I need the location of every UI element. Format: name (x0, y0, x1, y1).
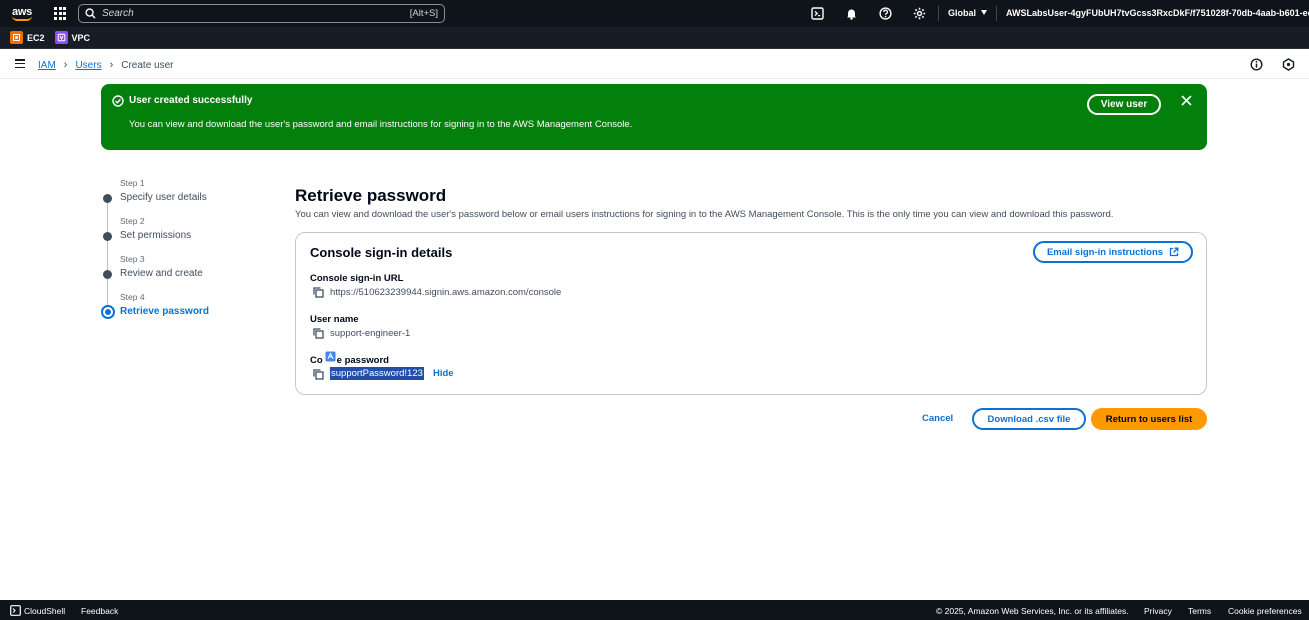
notifications-bell-icon[interactable] (845, 7, 858, 20)
copyright-text: © 2025, Amazon Web Services, Inc. or its… (936, 606, 1129, 616)
hide-password-link[interactable]: Hide (433, 368, 454, 379)
external-link-icon (1169, 247, 1179, 257)
search-icon (85, 8, 96, 19)
favorite-vpc[interactable]: VPC (54, 31, 91, 44)
search-placeholder: Search (102, 8, 134, 19)
return-to-users-list-button[interactable]: Return to users list (1091, 408, 1207, 430)
username-label: User name (310, 314, 359, 325)
favorite-label: VPC (71, 32, 91, 43)
nav-divider (996, 6, 997, 21)
terms-link[interactable]: Terms (1188, 606, 1211, 616)
breadcrumb-users[interactable]: Users (75, 60, 101, 71)
breadcrumb-bar: IAM › Users › Create user (0, 50, 1309, 79)
favorite-label: EC2 (27, 32, 45, 43)
step-connector (107, 279, 108, 308)
username-value: support-engineer-1 (330, 328, 411, 339)
copy-icon[interactable] (313, 369, 324, 380)
current-step-icon (101, 305, 115, 319)
panel-title: Console sign-in details (310, 245, 453, 260)
vpc-icon (54, 31, 68, 44)
cancel-button[interactable]: Cancel (922, 413, 953, 424)
close-icon[interactable] (1181, 95, 1192, 106)
success-check-icon (112, 95, 124, 107)
flash-title: User created successfully (129, 95, 253, 106)
feedback-icon[interactable] (1282, 58, 1295, 71)
nav-divider (938, 6, 939, 21)
cloudshell-label: CloudShell (24, 605, 66, 616)
search-shortcut: [Alt+S] (409, 8, 438, 19)
password-label-part: e password (336, 355, 389, 366)
account-menu[interactable]: AWSLabsUser-4gyFUbUH7tvGcss3RxcDkF/f7510… (1006, 8, 1309, 18)
flash-message: You can view and download the user's pas… (129, 119, 633, 130)
email-signin-instructions-button[interactable]: Email sign-in instructions (1033, 241, 1193, 263)
step-label: Set permissions (120, 230, 192, 241)
feedback-link[interactable]: Feedback (81, 606, 118, 616)
region-selector[interactable]: Global (948, 8, 988, 18)
password-label: Co e password (310, 355, 389, 366)
step-number: Step 3 (120, 254, 145, 264)
account-label: AWSLabsUser-4gyFUbUH7tvGcss3RxcDkF/f7510… (1006, 8, 1309, 18)
download-csv-button[interactable]: Download .csv file (972, 408, 1086, 430)
settings-gear-icon[interactable] (913, 7, 926, 20)
signin-url-value: https://510623239944.signin.aws.amazon.c… (330, 287, 562, 298)
page-description: You can view and download the user's pas… (295, 209, 1114, 220)
breadcrumb-current: Create user (121, 59, 174, 71)
step-connector (107, 203, 108, 232)
footer: CloudShell Feedback © 2025, Amazon Web S… (0, 600, 1309, 620)
step-dot (103, 270, 112, 279)
info-icon[interactable] (1250, 58, 1263, 71)
search-input[interactable]: Search [Alt+S] (78, 4, 445, 23)
aws-smile-icon (12, 16, 32, 21)
top-navigation: aws Search [Alt+S] Global AWSLabsUser-4g… (0, 0, 1309, 27)
copy-icon[interactable] (313, 328, 324, 339)
breadcrumb-iam[interactable]: IAM (38, 60, 56, 71)
step-connector (107, 241, 108, 270)
privacy-link[interactable]: Privacy (1144, 606, 1172, 616)
services-menu-icon[interactable] (54, 6, 68, 21)
cloudshell-link[interactable]: CloudShell (10, 605, 65, 616)
favorites-bar: EC2 VPC (0, 27, 1309, 49)
signin-url-label: Console sign-in URL (310, 273, 404, 284)
ec2-icon (10, 31, 23, 44)
cloudshell-icon[interactable] (811, 7, 824, 20)
password-value[interactable]: supportPassword!123 (330, 367, 424, 380)
step-dot (103, 194, 112, 203)
step-dot (103, 232, 112, 241)
step-label: Review and create (120, 268, 203, 279)
step-number: Step 2 (120, 216, 145, 226)
success-flash-banner: User created successfully You can view a… (101, 84, 1207, 150)
breadcrumb: IAM › Users › Create user (38, 59, 174, 71)
page-title: Retrieve password (295, 186, 447, 205)
translate-icon[interactable] (325, 351, 336, 362)
cookie-preferences-link[interactable]: Cookie preferences (1228, 606, 1302, 616)
view-user-button[interactable]: View user (1087, 94, 1161, 115)
step-label: Retrieve password (120, 306, 209, 317)
email-button-label: Email sign-in instructions (1046, 246, 1164, 258)
help-icon[interactable] (879, 7, 892, 20)
console-signin-details-panel: Console sign-in details Email sign-in in… (295, 232, 1207, 395)
copy-icon[interactable] (313, 287, 324, 298)
aws-logo[interactable]: aws (2, 0, 42, 27)
chevron-right-icon: › (63, 59, 68, 71)
step-label: Specify user details (120, 192, 207, 203)
password-label-part: Co (310, 355, 323, 366)
chevron-down-icon (981, 10, 988, 15)
chevron-right-icon: › (109, 59, 114, 71)
favorite-ec2[interactable]: EC2 (10, 31, 45, 44)
cloudshell-icon (10, 605, 21, 616)
step-number: Step 4 (120, 292, 145, 302)
menu-icon[interactable] (15, 59, 25, 69)
region-label: Global (948, 8, 977, 18)
step-number: Step 1 (120, 178, 145, 188)
